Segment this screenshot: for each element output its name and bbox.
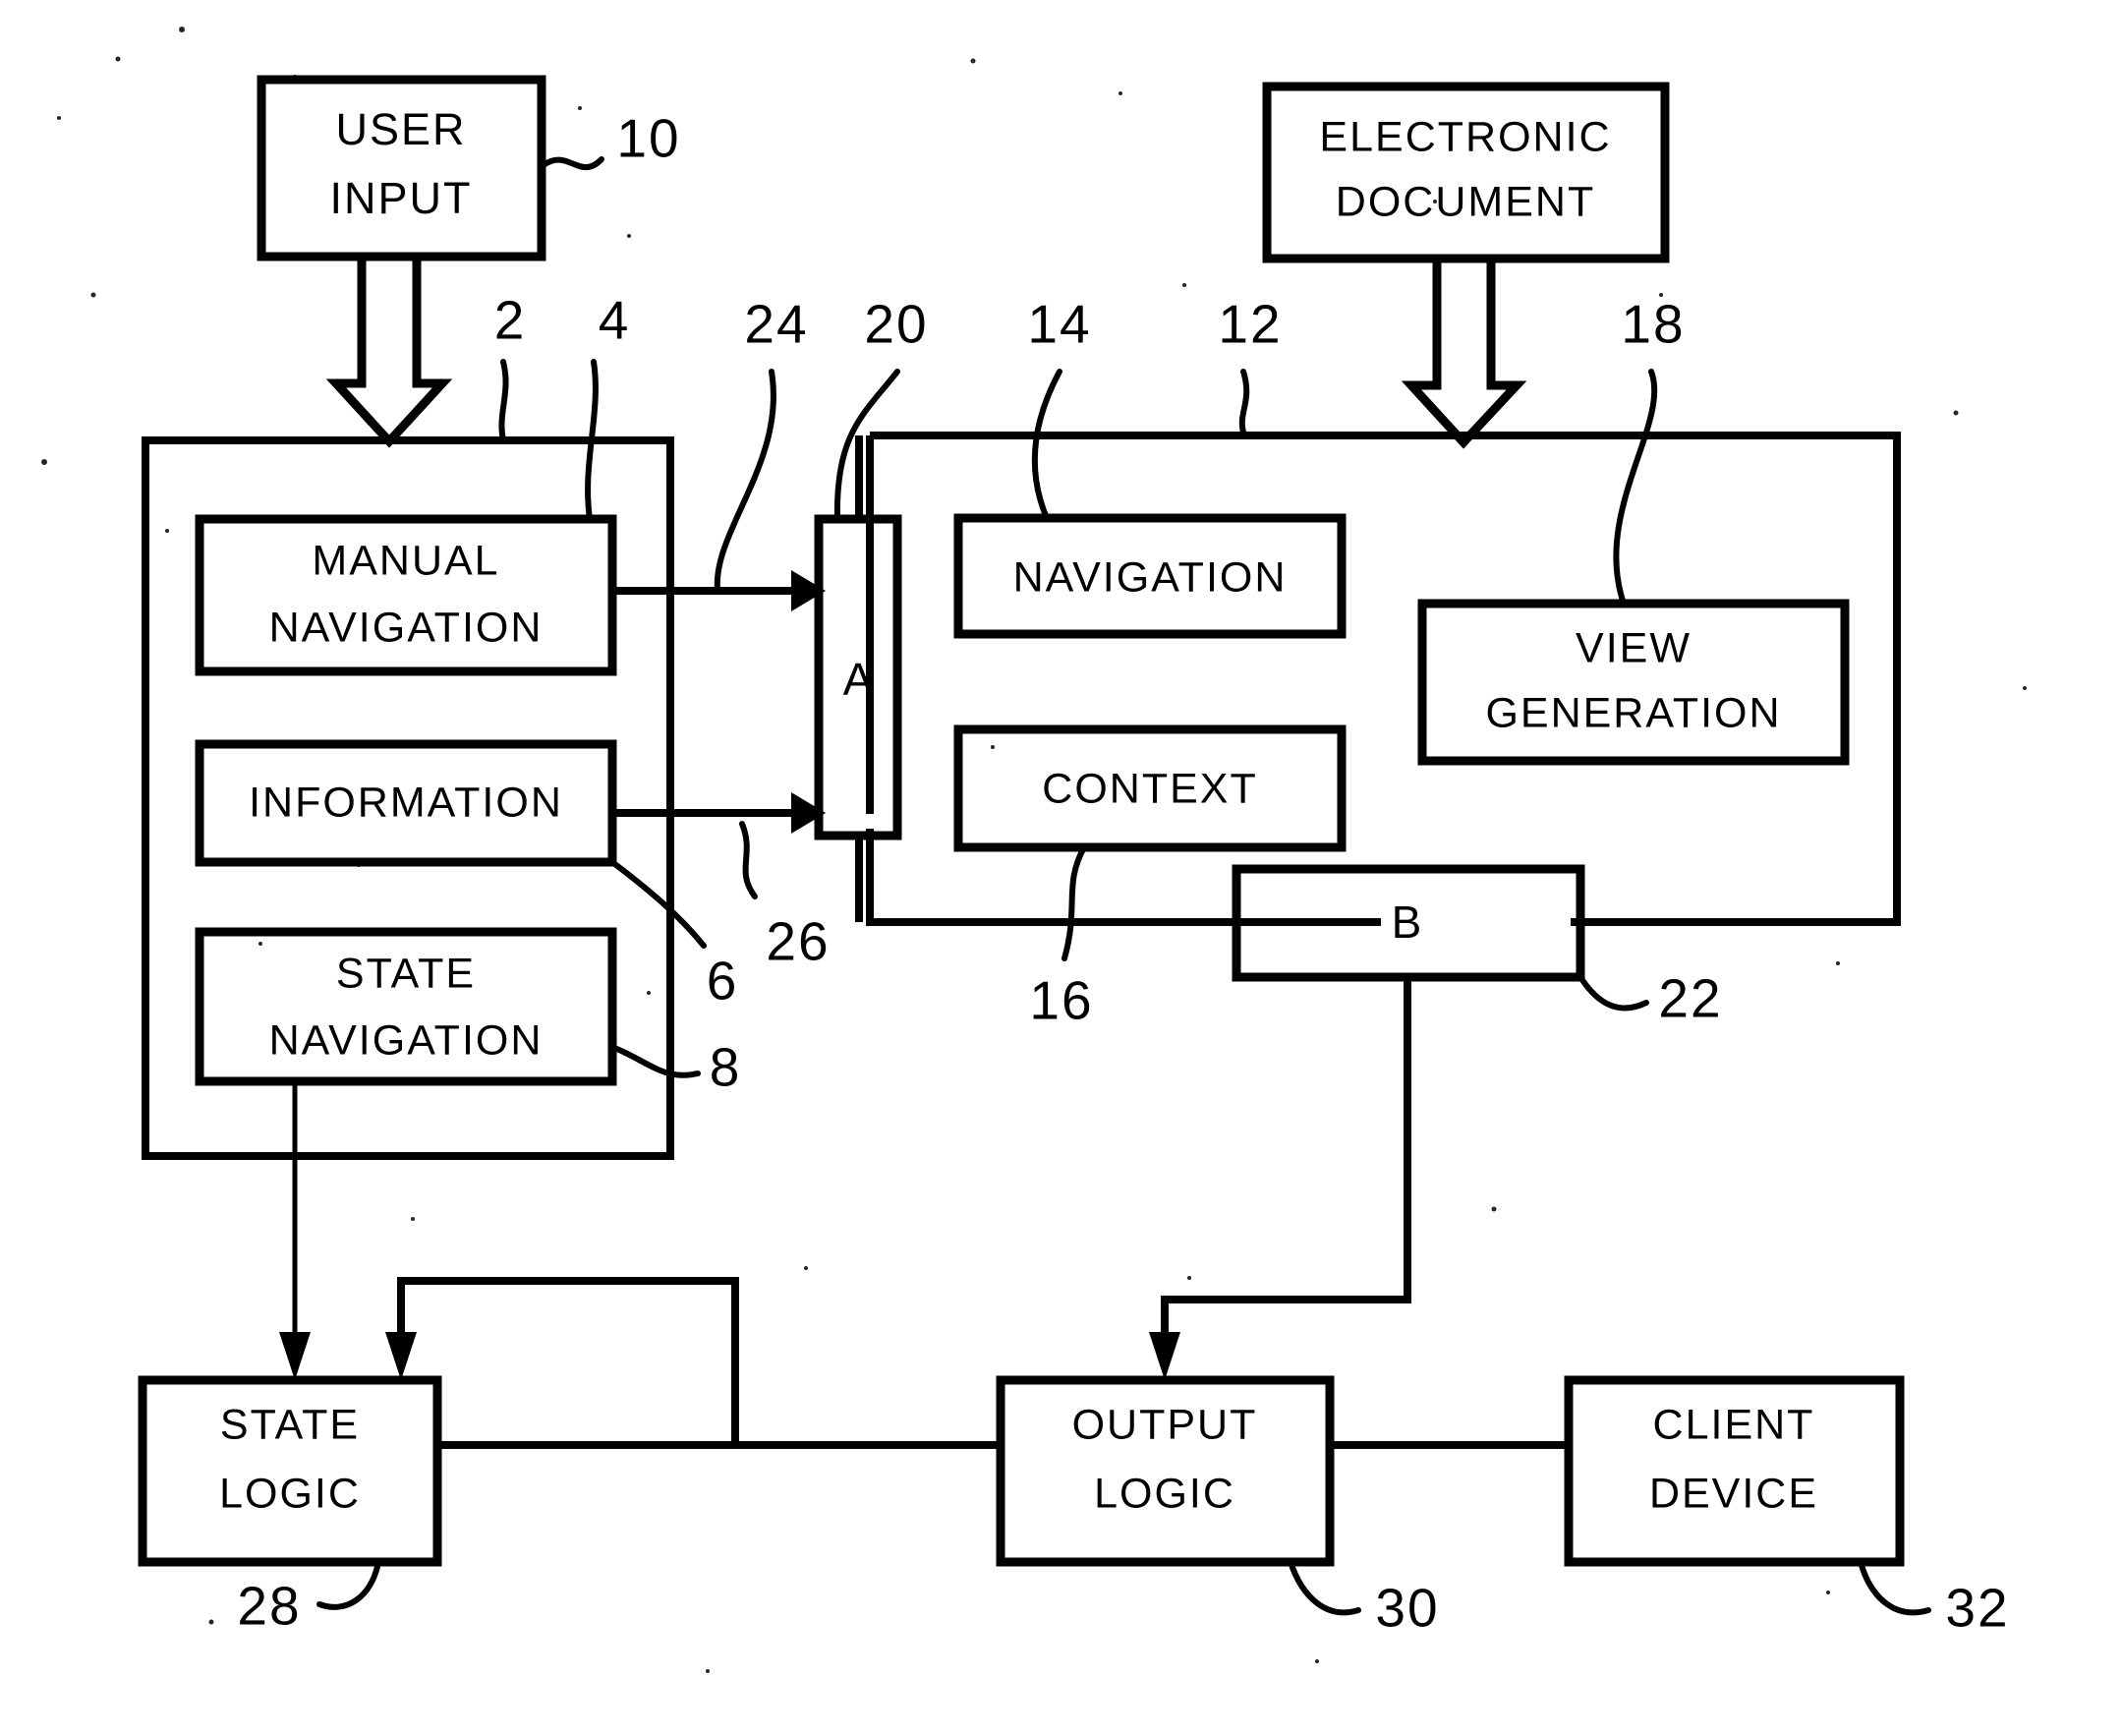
leader-line-18 — [1613, 369, 1658, 607]
output-logic-block: OUTPUT LOGIC — [996, 1375, 1335, 1567]
ref-numeral-18: 18 — [1621, 294, 1685, 355]
patent-figure: USER INPUT 10 ELECTRONIC DOCUMENT MANUAL… — [0, 0, 2122, 1736]
state-logic-block: STATE LOGIC — [138, 1375, 442, 1567]
leader-line-16 — [1061, 844, 1087, 961]
leader-line-2 — [498, 359, 509, 443]
wire-b-to-output-logic — [1149, 977, 1411, 1380]
manual-navigation-label-line1: MANUAL — [312, 537, 499, 584]
wire-information-to-a — [612, 792, 826, 834]
flow-arrow-user-input — [325, 252, 453, 448]
diagram-canvas: USER INPUT 10 ELECTRONIC DOCUMENT MANUAL… — [41, 27, 2027, 1673]
ref-numeral-14: 14 — [1027, 294, 1091, 355]
client-device-label-line2: DEVICE — [1649, 1470, 1818, 1517]
client-device-label-line1: CLIENT — [1653, 1401, 1815, 1448]
leader-line-4 — [585, 359, 599, 522]
state-navigation-block: STATE NAVIGATION — [195, 927, 617, 1086]
leader-line-32 — [1858, 1559, 1931, 1616]
navigation-label: NAVIGATION — [1013, 553, 1288, 601]
ref-numeral-24: 24 — [744, 294, 808, 355]
ref-numeral-10: 10 — [616, 108, 680, 169]
leader-line-24 — [714, 369, 776, 593]
leader-line-28 — [316, 1559, 381, 1610]
user-input-label-line2: INPUT — [330, 173, 473, 223]
ref-numeral-32: 32 — [1945, 1578, 2009, 1639]
client-device-block: CLIENT DEVICE — [1564, 1375, 1905, 1567]
flow-arrow-electronic-document — [1401, 254, 1527, 449]
view-generation-label-line1: VIEW — [1576, 624, 1692, 671]
state-logic-label-line1: STATE — [220, 1401, 360, 1448]
leader-line-22 — [1577, 974, 1649, 1012]
ref-numeral-8: 8 — [710, 1037, 742, 1098]
leader-line-12 — [1238, 369, 1250, 438]
user-input-label-line1: USER — [335, 104, 466, 154]
leader-line-6 — [609, 859, 707, 949]
view-generation-label-line2: GENERATION — [1485, 689, 1781, 736]
manual-navigation-label-line2: NAVIGATION — [269, 604, 544, 651]
electronic-document-block: ELECTRONIC DOCUMENT — [1262, 82, 1670, 263]
electronic-document-label-line2: DOCUMENT — [1336, 178, 1595, 225]
ref-numeral-26: 26 — [766, 911, 830, 972]
information-block: INFORMATION — [195, 739, 617, 867]
view-generation-block: VIEW GENERATION — [1417, 599, 1850, 766]
ref-numeral-2: 2 — [494, 290, 527, 351]
context-label: CONTEXT — [1042, 765, 1257, 812]
junction-a-block: A — [814, 514, 902, 840]
leader-line-26 — [739, 821, 758, 899]
ref-numeral-12: 12 — [1218, 294, 1282, 355]
information-label: INFORMATION — [249, 779, 563, 826]
ref-numeral-20: 20 — [864, 294, 928, 355]
state-navigation-label-line1: STATE — [336, 950, 476, 997]
manual-navigation-block: MANUAL NAVIGATION — [195, 514, 617, 676]
navigation-block: NAVIGATION — [953, 513, 1347, 639]
ref-numeral-16: 16 — [1029, 970, 1093, 1031]
ref-numeral-6: 6 — [707, 951, 739, 1012]
state-navigation-label-line2: NAVIGATION — [269, 1016, 544, 1064]
wire-state-navigation-to-state-logic — [279, 1081, 311, 1380]
ref-numeral-28: 28 — [237, 1576, 301, 1637]
leader-line-10 — [541, 156, 604, 171]
context-block: CONTEXT — [953, 724, 1347, 852]
ref-numeral-30: 30 — [1375, 1578, 1439, 1639]
leader-line-14 — [1031, 369, 1062, 521]
leader-line-30 — [1288, 1559, 1361, 1616]
output-logic-label-line2: LOGIC — [1094, 1470, 1235, 1517]
junction-b-label: B — [1392, 897, 1424, 948]
state-logic-label-line2: LOGIC — [219, 1470, 361, 1517]
output-logic-label-line1: OUTPUT — [1072, 1401, 1258, 1448]
ref-numeral-4: 4 — [599, 290, 631, 351]
ref-numeral-22: 22 — [1658, 968, 1722, 1029]
junction-a-label: A — [843, 654, 876, 705]
user-input-block: USER INPUT — [257, 75, 546, 261]
electronic-document-label-line1: ELECTRONIC — [1319, 113, 1611, 160]
leader-line-8 — [609, 1044, 701, 1078]
